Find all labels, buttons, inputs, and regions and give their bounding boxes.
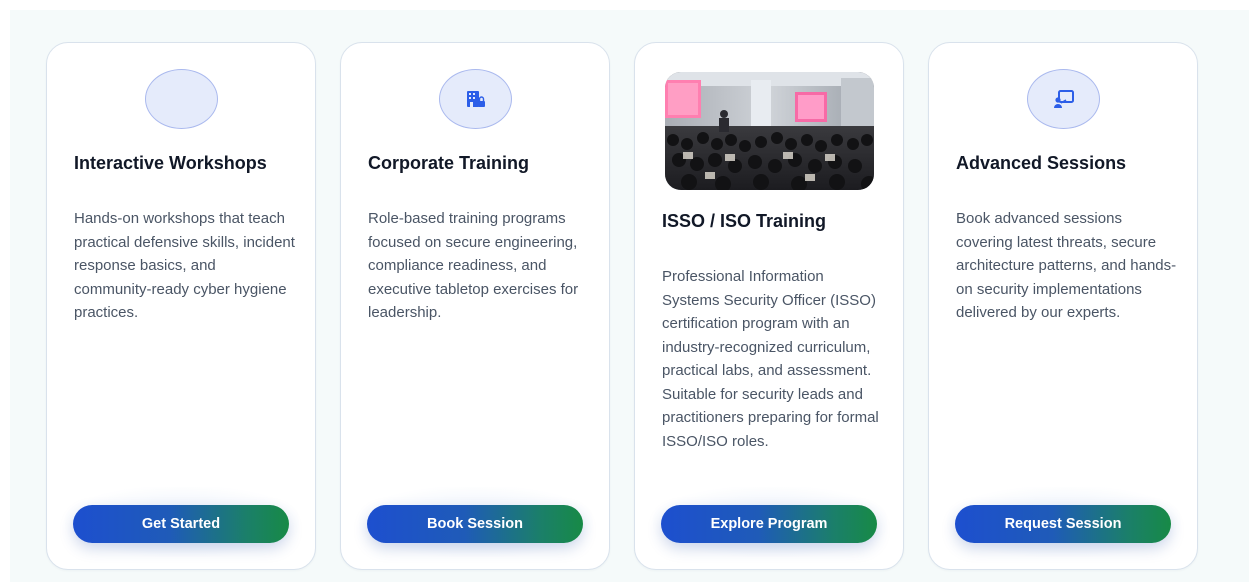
building-lock-icon <box>439 69 512 129</box>
book-session-button[interactable]: Book Session <box>367 505 583 543</box>
get-started-button[interactable]: Get Started <box>73 505 289 543</box>
presenter-screen-icon-glyph <box>1053 90 1074 108</box>
card-corporate-training: Corporate Training Role-based training p… <box>340 42 610 570</box>
blank-icon <box>145 69 218 129</box>
card-title: Interactive Workshops <box>74 153 267 173</box>
training-services-section: Interactive Workshops Hands-on workshops… <box>10 10 1249 582</box>
card-description: Book advanced sessions covering latest t… <box>956 210 1177 321</box>
building-lock-icon-glyph <box>466 91 485 107</box>
card-title: ISSO / ISO Training <box>662 211 827 231</box>
card-advanced-sessions: Advanced Sessions Book advanced sessions… <box>928 42 1198 570</box>
card-title: Advanced Sessions <box>956 153 1127 173</box>
audience-photo-illustration <box>665 72 874 190</box>
request-session-button[interactable]: Request Session <box>955 505 1171 543</box>
presenter-screen-icon <box>1027 69 1100 129</box>
card-title: Corporate Training <box>368 153 530 173</box>
card-description: Professional Information Systems Securit… <box>662 268 879 450</box>
card-description: Role-based training programs focused on … <box>368 210 579 321</box>
card-description: Hands-on workshops that teach practical … <box>74 210 295 321</box>
training-audience-photo <box>665 72 874 190</box>
card-isso-iso-training: ISSO / ISO Training Professional Informa… <box>634 42 904 570</box>
explore-program-button[interactable]: Explore Program <box>661 505 877 543</box>
card-interactive-workshops: Interactive Workshops Hands-on workshops… <box>46 42 316 570</box>
